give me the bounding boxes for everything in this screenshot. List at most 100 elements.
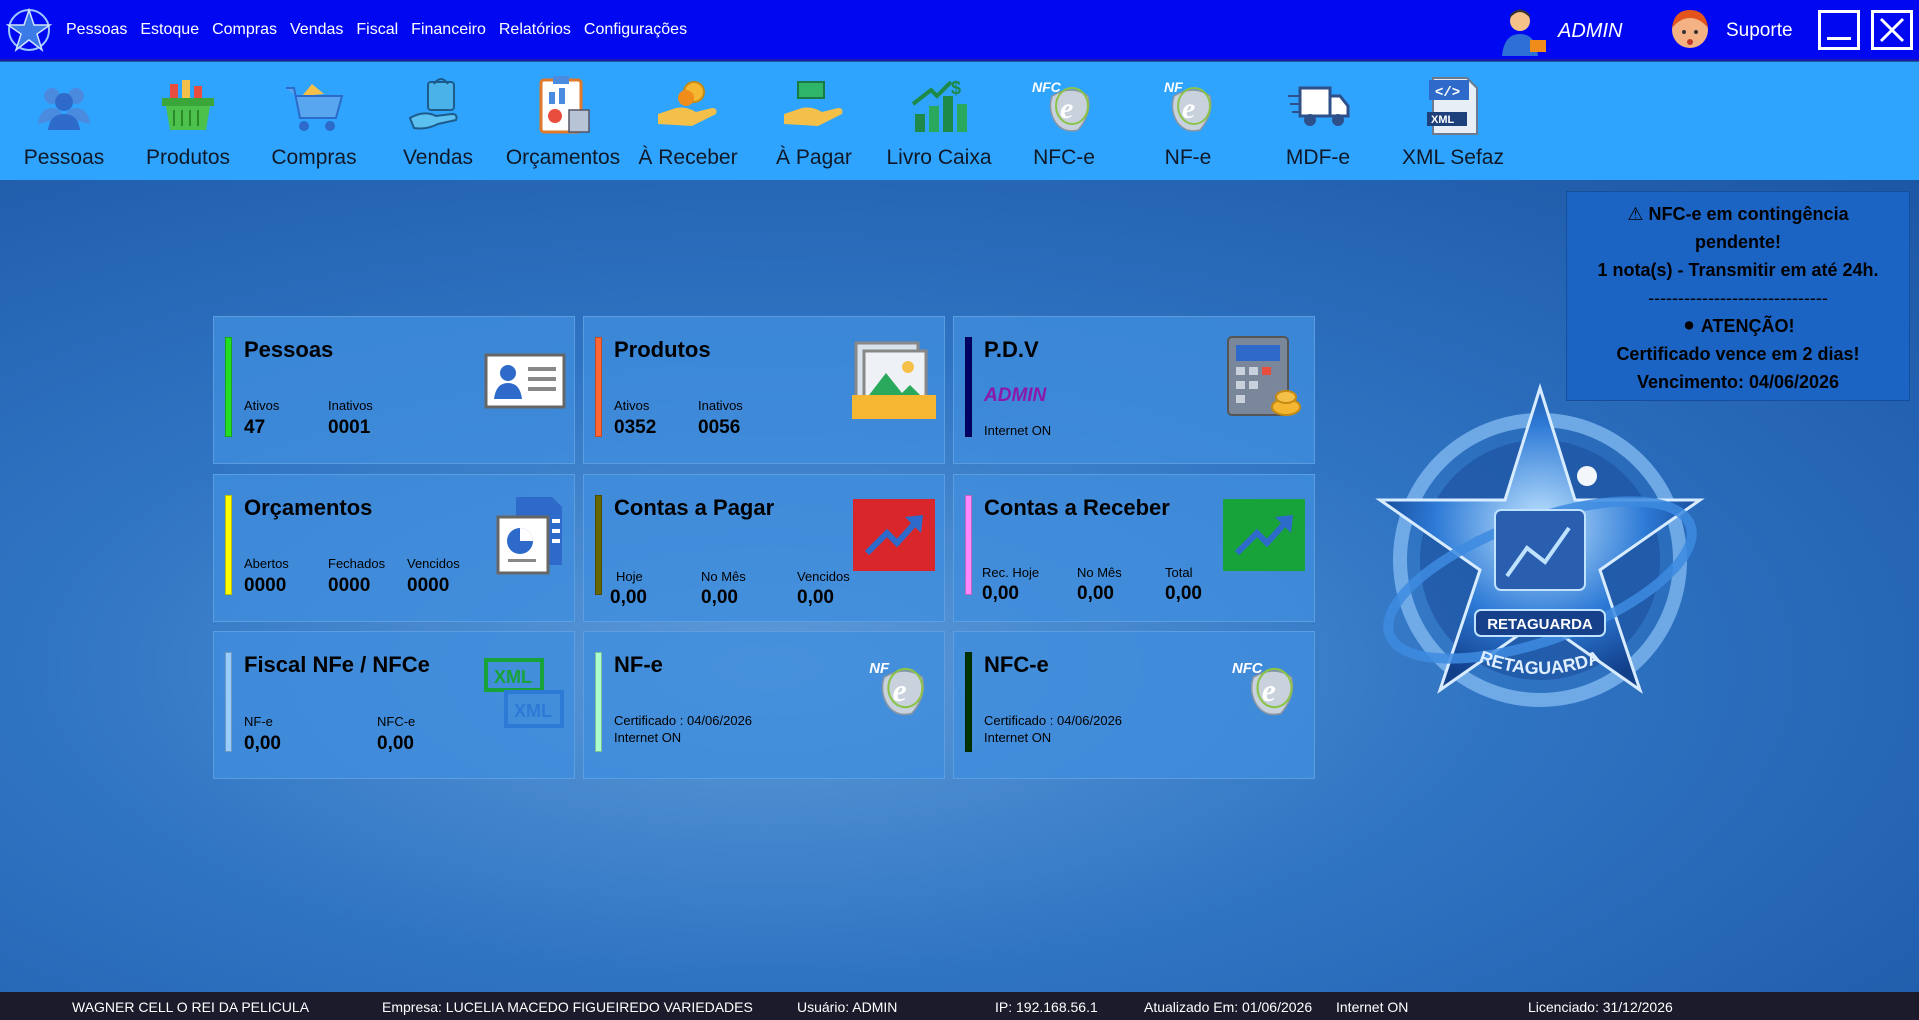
app-logo-icon[interactable] (6, 7, 52, 53)
card-contas-pagar-vencidos-label: Vencidos (797, 569, 850, 584)
card-pessoas-ativos-label: Ativos (244, 398, 280, 413)
svg-text:e: e (1060, 92, 1073, 125)
user-avatar-icon (1502, 9, 1546, 56)
card-orcamentos-title: Orçamentos (244, 495, 373, 520)
toolbar-nfce-button[interactable]: NFC e NFC-e (1014, 62, 1114, 180)
card-contas-receber-mes-value: 0,00 (1077, 583, 1114, 604)
status-licenciado: Licenciado: 31/12/2026 (1528, 999, 1673, 1015)
card-nfce-certificado: Certificado : 04/06/2026 (984, 713, 1123, 728)
card-contas-receber-mes-label: No Mês (1077, 565, 1122, 580)
menu-pessoas[interactable]: Pessoas (66, 21, 127, 39)
toolbar-vendas-label: Vendas (402, 146, 474, 169)
card-contas-pagar[interactable]: Contas a Pagar Hoje 0,00 No Mês 0,00 Ven… (583, 474, 945, 622)
toolbar-xml-sefaz-label: XML Sefaz (1402, 146, 1504, 169)
toolbar-pessoas-label: Pessoas (23, 146, 105, 169)
svg-text:e: e (1182, 92, 1195, 125)
support-area[interactable]: Suporte (1664, 6, 1793, 56)
card-nfe-title: NF-e (614, 652, 663, 677)
svg-text:XML: XML (1431, 114, 1455, 126)
toolbar: Pessoas Produtos Compras Vendas Orçament… (0, 62, 1919, 180)
trend-up-red-icon (853, 499, 935, 571)
card-pdv-title: P.D.V (984, 337, 1039, 362)
menu-relatorios[interactable]: Relatórios (499, 21, 571, 39)
toolbar-nfe-button[interactable]: NF e NF-e (1138, 62, 1238, 180)
menu-fiscal[interactable]: Fiscal (356, 21, 398, 39)
toolbar-mdfe-label: MDF-e (1285, 146, 1351, 169)
toolbar-produtos-button[interactable]: Produtos (138, 62, 238, 180)
minimize-button[interactable] (1818, 10, 1860, 50)
card-pessoas-title: Pessoas (244, 337, 334, 362)
status-company-short: WAGNER CELL O REI DA PELICULA (72, 999, 310, 1015)
card-fiscal-nfce-label: NFC-e (377, 714, 416, 729)
status-atualizado: Atualizado Em: 01/06/2026 (1144, 999, 1313, 1015)
card-orcamentos[interactable]: Orçamentos Abertos 0000 Fechados 0000 Ve… (213, 474, 575, 622)
alert-line-4: ------------------------------ (1648, 288, 1828, 308)
card-nfe[interactable]: NF-e Certificado : 04/06/2026 Internet O… (583, 631, 945, 779)
toolbar-vendas-button[interactable]: Vendas (388, 62, 488, 180)
card-fiscal-nfe-label: NF-e (244, 714, 273, 729)
emblem-label-top: RETAGUARDA (1487, 616, 1593, 633)
toolbar-mdfe-button[interactable]: MDF-e (1268, 62, 1368, 180)
card-nfce[interactable]: NFC-e Certificado : 04/06/2026 Internet … (953, 631, 1315, 779)
card-contas-receber-total-value: 0,00 (1165, 583, 1202, 604)
card-orcamentos-vencidos-label: Vencidos (407, 556, 460, 571)
card-produtos-ativos-value: 0352 (614, 417, 657, 438)
card-pessoas-inativos-value: 0001 (328, 417, 371, 438)
card-produtos[interactable]: Produtos Ativos 0352 Inativos 0056 (583, 316, 945, 464)
menu-financeiro[interactable]: Financeiro (411, 21, 486, 39)
status-usuario: Usuário: ADMIN (797, 999, 898, 1015)
hand-money-icon (784, 81, 843, 126)
hand-bag-icon (408, 78, 458, 130)
menu-compras[interactable]: Compras (212, 21, 277, 39)
card-fiscal-color-bar (225, 652, 232, 752)
card-fiscal[interactable]: Fiscal NFe / NFCe NF-e 0,00 NFC-e 0,00 X… (213, 631, 575, 779)
svg-text:e: e (893, 673, 907, 708)
menu-estoque[interactable]: Estoque (140, 21, 199, 39)
menu-configuracoes[interactable]: Configurações (584, 21, 687, 39)
card-pdv[interactable]: P.D.V ADMIN Internet ON (953, 316, 1315, 464)
card-orcamentos-abertos-label: Abertos (244, 556, 289, 571)
card-orcamentos-fechados-value: 0000 (328, 575, 371, 596)
svg-text:XML: XML (514, 701, 552, 721)
alert-line-6: Certificado vence em 2 dias! (1616, 344, 1860, 364)
calculator-coins-icon (1227, 336, 1301, 416)
svg-text:$: $ (951, 78, 961, 98)
retaguarda-emblem-logo: RETAGUARDA RETAGUARDA (1375, 382, 1705, 707)
card-contas-receber-total-label: Total (1165, 565, 1193, 580)
svg-text:</>: </> (1435, 85, 1460, 101)
card-contas-receber-color-bar (965, 495, 972, 595)
alert-line-5: ⚫ ATENÇÃO! (1681, 316, 1795, 336)
card-pessoas[interactable]: Pessoas Ativos 47 Inativos 0001 (213, 316, 575, 464)
xml-file-icon: </> XML (1427, 77, 1478, 135)
growth-chart-icon: $ (911, 78, 967, 132)
menu-vendas[interactable]: Vendas (290, 21, 343, 39)
toolbar-livro-caixa-label: Livro Caixa (886, 146, 992, 169)
card-pdv-color-bar (965, 337, 972, 437)
toolbar-livro-caixa-button[interactable]: $ Livro Caixa (882, 62, 996, 180)
close-button[interactable] (1871, 10, 1913, 50)
card-pdv-user: ADMIN (984, 385, 1047, 406)
card-contas-pagar-hoje-label: Hoje (616, 569, 643, 584)
user-area[interactable]: ADMIN (1496, 6, 1622, 56)
toolbar-orcamentos-button[interactable]: Orçamentos (504, 62, 622, 180)
report-chart-icon (496, 497, 562, 575)
card-produtos-ativos-label: Ativos (614, 398, 650, 413)
card-contas-pagar-hoje-value: 0,00 (610, 587, 647, 608)
card-contas-receber-hoje-label: Rec. Hoje (982, 565, 1040, 580)
toolbar-xml-sefaz-button[interactable]: </> XML XML Sefaz (1398, 62, 1508, 180)
menubar: Pessoas Estoque Compras Vendas Fiscal Fi… (0, 0, 1919, 61)
toolbar-compras-button[interactable]: Compras (264, 62, 364, 180)
toolbar-nfe-label: NF-e (1164, 146, 1212, 169)
id-card-icon (484, 353, 566, 409)
nfe-logo-icon: NF e (1164, 79, 1212, 132)
svg-text:e: e (1262, 673, 1276, 708)
card-contas-receber[interactable]: Contas a Receber Rec. Hoje 0,00 No Mês 0… (953, 474, 1315, 622)
nfce-logo-icon: NFC e (1232, 661, 1294, 716)
toolbar-pagar-button[interactable]: À Pagar (762, 62, 866, 180)
toolbar-pessoas-button[interactable]: Pessoas (14, 62, 114, 180)
status-bar: WAGNER CELL O REI DA PELICULA Empresa: L… (0, 992, 1919, 1020)
card-nfce-status: Internet ON (984, 730, 1052, 745)
card-orcamentos-fechados-label: Fechados (328, 556, 386, 571)
toolbar-receber-button[interactable]: À Receber (636, 62, 740, 180)
truck-icon (1288, 86, 1350, 126)
